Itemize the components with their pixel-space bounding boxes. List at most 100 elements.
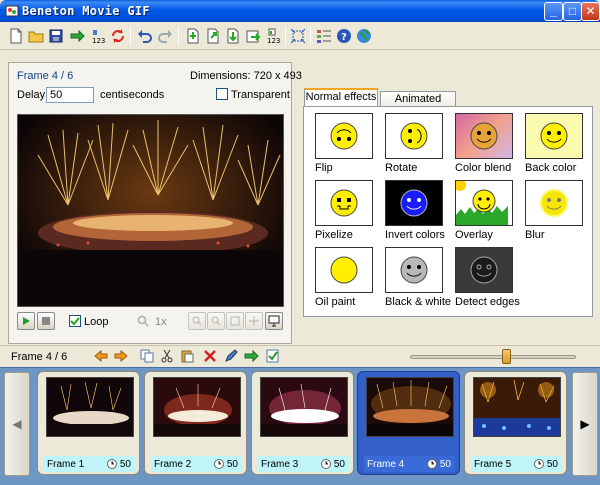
strip-scroll-right-button[interactable]: ▶ <box>572 372 598 476</box>
zoom-slider-track[interactable] <box>410 355 576 359</box>
frame-thumbnail-5[interactable]: Frame 5 50 <box>464 371 567 475</box>
loop-checkbox[interactable] <box>69 315 81 327</box>
fit-icon <box>230 316 240 326</box>
maximize-button[interactable]: □ <box>563 2 582 21</box>
undo-button[interactable] <box>135 25 155 47</box>
zoom-icon <box>137 315 149 327</box>
effect-pixelize[interactable]: Pixelize <box>315 180 373 241</box>
effect-flip[interactable]: Flip <box>315 113 373 174</box>
play-button[interactable] <box>17 312 35 330</box>
zoom-out-icon <box>211 316 221 326</box>
frame-thumbnail-1[interactable]: Frame 1 50 <box>37 371 140 475</box>
zoom-out-button[interactable] <box>207 312 225 330</box>
export-frame-button[interactable] <box>203 25 223 47</box>
frame-3-label: Frame 3 <box>261 458 299 470</box>
insert-frame-button[interactable] <box>183 25 203 47</box>
frame-3-delay: 50 <box>333 458 345 470</box>
paste-icon[interactable] <box>180 349 194 363</box>
numbered-123-icon: 123 <box>92 30 105 44</box>
strip-scroll-left-button[interactable]: ◀ <box>4 372 30 476</box>
window-title: Beneton Movie GIF <box>22 4 150 18</box>
frame-list-button[interactable] <box>314 25 334 47</box>
open-button[interactable] <box>26 25 46 47</box>
help-button[interactable]: ? <box>334 25 354 47</box>
frame-thumbnail-3[interactable]: Frame 3 50 <box>251 371 354 475</box>
web-button[interactable] <box>354 25 374 47</box>
export-frames-icon[interactable] <box>244 349 260 363</box>
smiley-blend-icon <box>470 122 498 150</box>
tab-normal-effects[interactable]: Normal effects <box>304 88 378 107</box>
checklist-icon[interactable] <box>266 349 280 363</box>
crop-button[interactable] <box>288 25 308 47</box>
delay-label: Delay <box>17 89 46 101</box>
effect-detect-edges-preview <box>455 247 513 293</box>
export-numbered-button[interactable] <box>68 25 88 47</box>
save-frame-button[interactable] <box>243 25 263 47</box>
frame-4-info: Frame 4 50 <box>364 456 455 472</box>
copy-icon[interactable] <box>140 349 154 363</box>
effect-blur-preview <box>525 180 583 226</box>
maximize-icon: □ <box>568 4 577 18</box>
frame-2-delay: 50 <box>226 458 238 470</box>
dimensions-label: Dimensions: 720 x 493 <box>190 70 302 82</box>
effect-back-color[interactable]: Back color <box>525 113 583 174</box>
effect-color-blend[interactable]: Color blend <box>455 113 513 174</box>
frame-thumbnail-2[interactable]: Frame 2 50 <box>144 371 247 475</box>
frame-1-image <box>46 377 134 437</box>
fit-button[interactable] <box>226 312 244 330</box>
effect-pixelize-label: Pixelize <box>315 229 353 241</box>
cut-icon[interactable] <box>160 349 174 363</box>
clock-icon <box>106 459 117 469</box>
move-button[interactable] <box>245 312 263 330</box>
edit-icon[interactable] <box>224 349 238 363</box>
arrow-left-icon: ◀ <box>12 417 22 431</box>
minimize-button[interactable]: _ <box>544 2 563 21</box>
effect-invert-colors[interactable]: Invert colors <box>385 180 445 241</box>
close-button[interactable]: ✕ <box>581 2 600 21</box>
previous-frame-icon[interactable] <box>94 349 108 363</box>
move-icon <box>249 316 259 326</box>
smiley-inverted-icon <box>400 189 428 217</box>
zoom-in-button[interactable] <box>188 312 206 330</box>
loop-label: Loop <box>84 316 109 328</box>
clock-icon <box>533 459 544 469</box>
delay-input[interactable] <box>46 87 94 103</box>
effect-detect-edges[interactable]: Detect edges <box>455 247 520 308</box>
toolbar-separator <box>178 27 179 45</box>
zoom-slider-thumb[interactable] <box>501 349 511 364</box>
import-frame-icon <box>227 28 239 44</box>
effect-overlay[interactable]: Overlay <box>455 180 513 241</box>
effect-oil-paint[interactable]: Oil paint <box>315 247 373 308</box>
stop-button[interactable] <box>37 312 55 330</box>
numbered-button[interactable]: 123 <box>88 25 108 47</box>
crop-icon <box>290 28 306 44</box>
frame-list-icon <box>317 30 331 43</box>
save-button[interactable] <box>46 25 66 47</box>
smiley-backcolor-icon <box>540 122 568 150</box>
tab-animated-effects[interactable]: Animated effects <box>380 91 456 119</box>
effect-pixelize-preview <box>315 180 373 226</box>
stop-icon <box>42 317 50 325</box>
fullscreen-button[interactable] <box>265 312 283 330</box>
delete-icon[interactable] <box>203 349 217 363</box>
transparent-checkbox[interactable] <box>216 88 228 100</box>
next-frame-icon[interactable] <box>114 349 128 363</box>
clock-icon <box>320 459 331 469</box>
redo-button[interactable] <box>155 25 175 47</box>
import-frame-button[interactable] <box>223 25 243 47</box>
new-button[interactable] <box>6 25 26 47</box>
refresh-button[interactable] <box>108 25 128 47</box>
title-bar[interactable]: Beneton Movie GIF _ □ ✕ <box>0 0 600 22</box>
play-icon <box>23 317 30 325</box>
frame-3-image <box>260 377 348 437</box>
frame-4-label: Frame 4 <box>367 458 405 470</box>
frame-thumbnail-4[interactable]: Frame 4 50 <box>357 371 460 475</box>
numbered-frames-button[interactable]: 123 <box>263 25 283 47</box>
frame-5-info: Frame 5 50 <box>471 456 562 472</box>
effect-rotate[interactable]: Rotate <box>385 113 443 174</box>
effect-black-white[interactable]: Black & white <box>385 247 451 308</box>
svg-text:123: 123 <box>267 37 280 44</box>
effect-blur[interactable]: Blur <box>525 180 583 241</box>
smiley-grayscale-icon <box>400 256 428 284</box>
frame-2-info: Frame 2 50 <box>151 456 242 472</box>
